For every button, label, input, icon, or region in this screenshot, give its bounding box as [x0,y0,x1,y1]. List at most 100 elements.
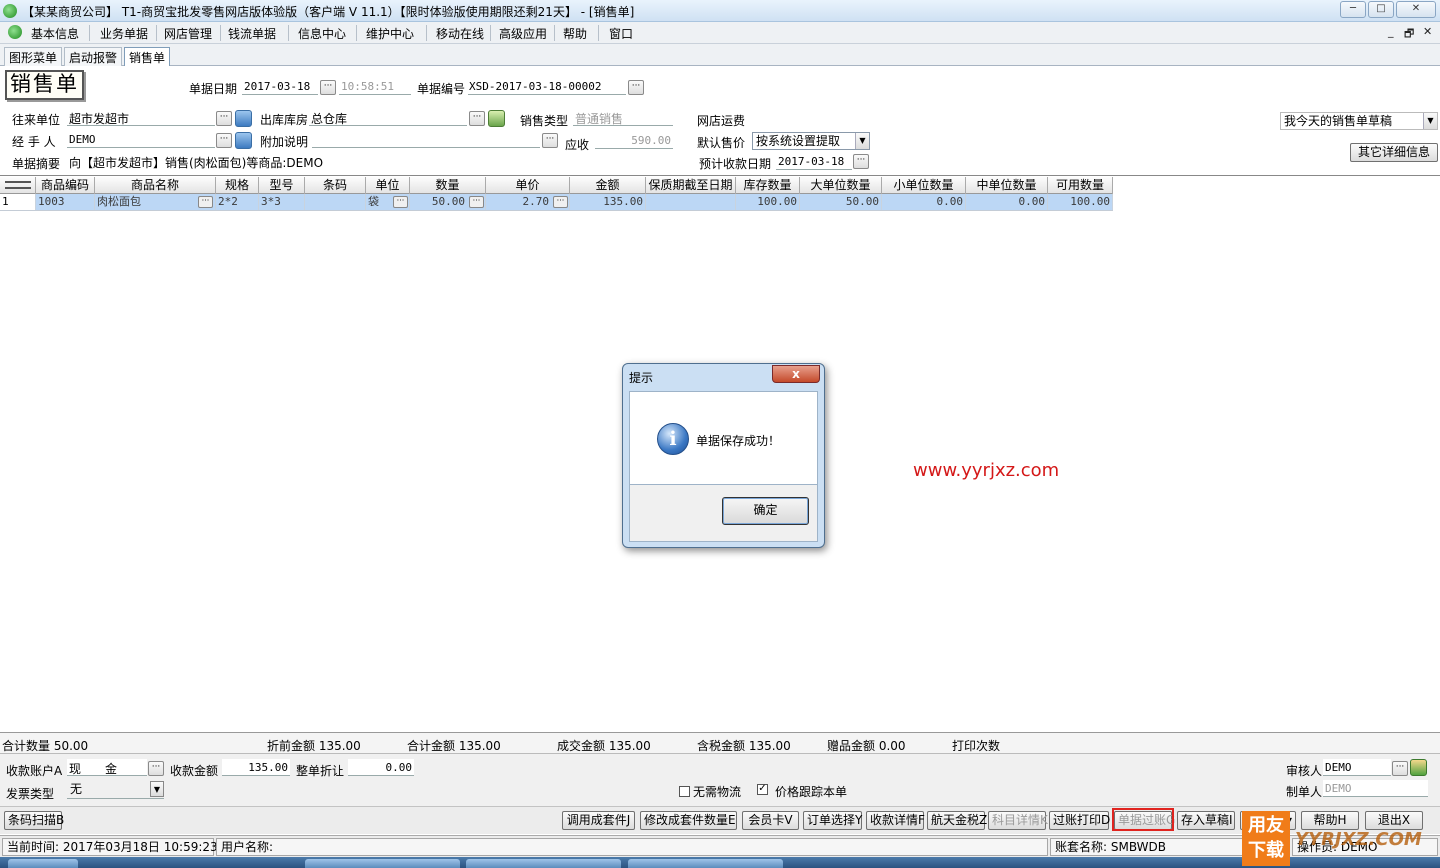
invoice-select[interactable]: 无 ▼ [67,781,164,799]
cell-expiry[interactable] [646,194,736,210]
cell-name-ellipsis-icon[interactable]: ··· [198,196,213,208]
menu-business-docs[interactable]: 业务单据 [100,25,148,42]
grid-header-row-no[interactable] [0,177,36,194]
cell-barcode[interactable] [305,194,366,210]
default-price-select[interactable]: 按系统设置提取 ▼ [752,132,870,150]
note-field[interactable] [312,131,540,148]
mdi-minimize-button[interactable]: _ [1388,25,1394,38]
maximize-button[interactable]: □ [1368,1,1394,18]
tab-startup-alerts[interactable]: 启动报警 [64,47,123,66]
menu-maintenance[interactable]: 维护中心 [366,25,414,42]
cell-code[interactable]: 1003 [36,194,95,210]
handler-person-card-icon[interactable] [235,132,252,149]
subject-detail-button[interactable]: 科目详情K [988,811,1048,830]
member-card-button[interactable]: 会员卡V [742,811,799,830]
grid-header-col[interactable]: 型号 [259,177,305,194]
grid-header-col[interactable]: 中单位数量 [966,177,1048,194]
edit-kit-qty-button[interactable]: 修改成套件数量E [640,811,737,830]
help-button[interactable]: 帮助H [1301,811,1359,830]
other-info-button[interactable]: 其它详细信息 [1350,143,1438,162]
minimize-button[interactable]: ─ [1340,1,1366,18]
taskbar-item[interactable] [628,859,783,868]
menu-advanced[interactable]: 高级应用 [499,25,547,42]
grid-header-col[interactable]: 可用数量 [1048,177,1113,194]
discount-value: 0.00 [385,761,413,774]
cell-qty-ellipsis-icon[interactable]: ··· [469,196,484,208]
partner-field[interactable]: 超市发超市 [67,109,215,126]
taskbar-item[interactable] [305,859,460,868]
grid-header-col[interactable]: 条码 [305,177,366,194]
handler-ellipsis-icon[interactable]: ··· [216,133,232,148]
aisino-tax-button[interactable]: 航天金税Z [927,811,987,830]
cell-price-ellipsis-icon[interactable]: ··· [553,196,568,208]
grid-header-col[interactable]: 商品名称 [95,177,216,194]
tab-sales-order[interactable]: 销售单 [124,47,171,66]
gift-amount: 赠品金额 0.00 [827,739,906,753]
menu-info-center[interactable]: 信息中心 [298,25,346,42]
partner-person-card-icon[interactable] [235,110,252,127]
grid-header-col[interactable]: 金额 [570,177,646,194]
sale-type-field[interactable]: 普通销售 [573,109,673,126]
post-print-button[interactable]: 过账打印D [1049,811,1110,830]
amount-field[interactable]: 135.00 [222,759,290,776]
summary-field[interactable]: 向【超市发超市】销售(肉松面包)等商品:DEMO [67,153,667,170]
warehouse-field[interactable]: 总仓库 [309,109,467,126]
menu-help[interactable]: 帮助 [563,25,587,42]
handler-field[interactable]: DEMO [67,131,215,148]
barcode-scan-button[interactable]: 条码扫描B [4,811,64,830]
mdi-restore-button[interactable]: 🗗 [1404,25,1414,44]
menu-window[interactable]: 窗口 [609,25,633,42]
status-time: 当前时间: 2017年03月18日 10:59:23 [2,838,218,856]
drafts-select[interactable]: 我今天的销售单草稿 ▼ [1280,112,1438,130]
mdi-close-button[interactable]: ✕ [1423,25,1432,38]
cell-amount[interactable]: 135.00 [570,194,646,210]
auditor-field[interactable]: DEMO [1323,759,1391,776]
close-button[interactable]: ✕ [1396,1,1436,18]
cell-spec[interactable]: 2*2 [216,194,259,210]
cell-model[interactable]: 3*3 [259,194,305,210]
date-picker-ellipsis-icon[interactable]: ··· [320,80,336,95]
date-field[interactable]: 2017-03-18 [242,78,318,95]
discount-field[interactable]: 0.00 [348,759,414,776]
partner-ellipsis-icon[interactable]: ··· [216,111,232,126]
grid-header-col[interactable]: 库存数量 [736,177,800,194]
grid-header-col[interactable]: 规格 [216,177,259,194]
receipt-detail-button[interactable]: 收款详情F [866,811,925,830]
grid-header-col[interactable]: 数量 [410,177,486,194]
account-field[interactable]: 现 金 [67,759,147,776]
grid-header-col[interactable]: 商品编码 [36,177,95,194]
time-field[interactable]: 10:58:51 [339,78,411,95]
save-draft-button[interactable]: 存入草稿I [1177,811,1235,830]
auditor-person-add-icon[interactable] [1410,759,1427,776]
menu-cash-docs[interactable]: 钱流单据 [228,25,276,42]
bill-no-field[interactable]: XSD-2017-03-18-00002 [468,78,626,95]
warehouse-icon[interactable] [488,110,505,127]
grid-header-col[interactable]: 单位 [366,177,410,194]
table-row[interactable]: 1 1003 肉松面包 ··· 2*2 3*3 袋 ··· 50.00 ··· … [0,194,1113,211]
grid-header-col[interactable]: 单价 [486,177,570,194]
auditor-ellipsis-icon[interactable]: ··· [1392,761,1408,776]
taskbar-item[interactable] [466,859,621,868]
bill-no-ellipsis-icon[interactable]: ··· [628,80,644,95]
menu-mobile-online[interactable]: 移动在线 [436,25,484,42]
grid-header-col[interactable]: 大单位数量 [800,177,882,194]
price-track-checkbox[interactable]: ✓ [757,784,768,795]
exit-button[interactable]: 退出X [1365,811,1423,830]
call-kit-button[interactable]: 调用成套件J [562,811,635,830]
grid-header-col[interactable]: 保质期截至日期 [646,177,736,194]
grid-header-col[interactable]: 小单位数量 [882,177,966,194]
warehouse-ellipsis-icon[interactable]: ··· [469,111,485,126]
note-ellipsis-icon[interactable]: ··· [542,133,558,148]
no-logistics-checkbox[interactable] [679,786,690,797]
account-ellipsis-icon[interactable]: ··· [148,761,164,776]
expect-date-field[interactable]: 2017-03-18 [776,153,852,170]
menu-basic-info[interactable]: 基本信息 [31,25,79,42]
expect-date-ellipsis-icon[interactable]: ··· [853,154,869,169]
dialog-close-icon[interactable]: x [772,365,820,383]
taskbar-start-button[interactable] [8,859,78,868]
tab-graphic-menu[interactable]: 图形菜单 [4,47,63,66]
order-select-button[interactable]: 订单选择Y [803,811,862,830]
cell-unit-ellipsis-icon[interactable]: ··· [393,196,408,208]
ok-button[interactable]: 确定 [722,497,809,525]
menu-shop-management[interactable]: 网店管理 [164,25,212,42]
